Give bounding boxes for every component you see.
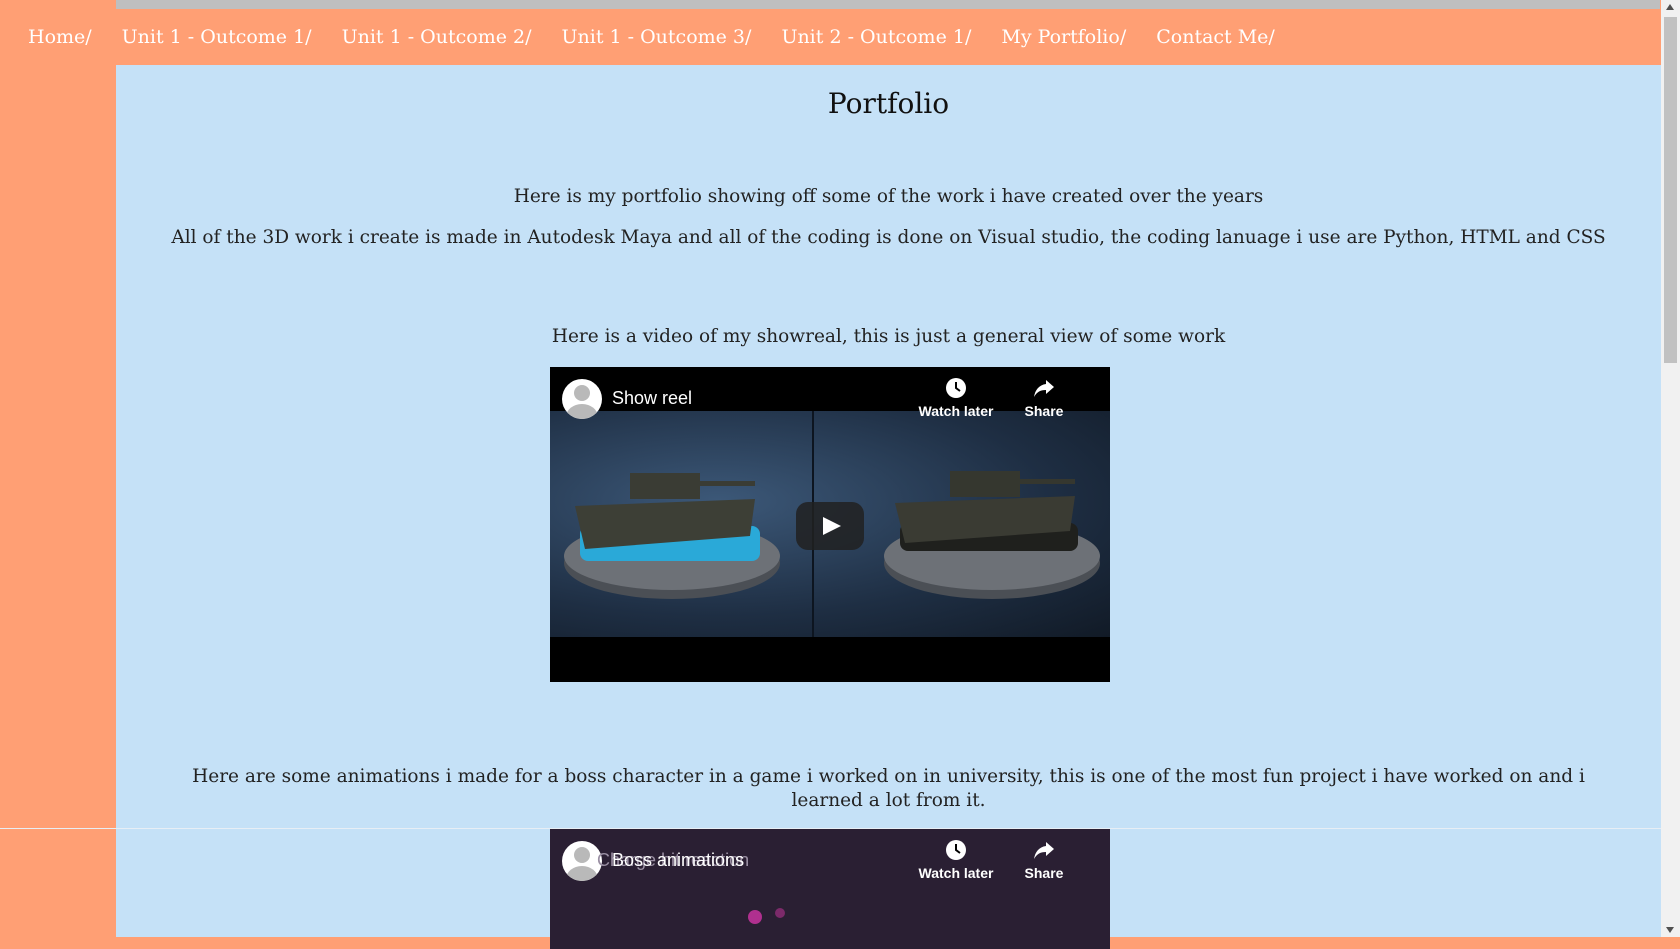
content-panel: Portfolio Here is my portfolio showing o… <box>116 65 1661 949</box>
watch-later-label: Watch later <box>918 403 994 419</box>
avatar-icon[interactable] <box>562 841 602 881</box>
scrollbar-thumb[interactable] <box>1664 17 1677 363</box>
nav-unit1-outcome1[interactable]: Unit 1 - Outcome 1/ <box>107 26 327 48</box>
showreel-header: Show reel Watch later Share <box>550 367 1110 427</box>
scroll-down-arrow-icon[interactable] <box>1666 927 1674 933</box>
watch-later-label: Watch later <box>918 865 994 881</box>
page-title: Portfolio <box>827 87 950 120</box>
boss-caption: Here are some animations i made for a bo… <box>192 766 1585 811</box>
boss-title[interactable]: Boss animations <box>612 850 744 871</box>
nav-my-portfolio[interactable]: My Portfolio/ <box>986 26 1141 48</box>
share-button[interactable]: Share <box>1004 839 1084 881</box>
watch-later-button[interactable]: Watch later <box>916 377 996 419</box>
showreel-video-embed[interactable]: Show reel Watch later Share <box>550 367 1110 682</box>
top-nav: Home/ Unit 1 - Outcome 1/ Unit 1 - Outco… <box>0 9 1661 65</box>
clock-icon <box>946 378 966 398</box>
boss-header: Charge hit reaction Boss animations Watc… <box>550 829 1110 889</box>
top-border <box>116 0 1660 9</box>
share-arrow-icon <box>1034 380 1054 397</box>
avatar-icon[interactable] <box>562 379 602 419</box>
intro-paragraph-2: All of the 3D work i create is made in A… <box>171 227 1606 248</box>
clock-icon <box>946 840 966 860</box>
intro-paragraph-1: Here is my portfolio showing off some of… <box>513 186 1264 207</box>
showreel-title[interactable]: Show reel <box>612 388 692 409</box>
sidebar-lower <box>0 829 116 937</box>
boss-video-embed[interactable]: Charge hit reaction Boss animations Watc… <box>550 829 1110 949</box>
nav-unit1-outcome3[interactable]: Unit 1 - Outcome 3/ <box>547 26 767 48</box>
nav-unit1-outcome2[interactable]: Unit 1 - Outcome 2/ <box>327 26 547 48</box>
share-label: Share <box>1024 865 1064 881</box>
scroll-up-arrow-icon[interactable] <box>1666 4 1674 10</box>
nav-contact-me[interactable]: Contact Me/ <box>1141 26 1290 48</box>
share-arrow-icon <box>1034 842 1054 859</box>
nav-home[interactable]: Home/ <box>13 26 107 48</box>
nav-unit2-outcome1[interactable]: Unit 2 - Outcome 1/ <box>766 26 986 48</box>
share-label: Share <box>1024 403 1064 419</box>
vertical-scrollbar[interactable] <box>1661 0 1680 937</box>
watch-later-button[interactable]: Watch later <box>916 839 996 881</box>
play-icon[interactable] <box>796 502 864 550</box>
showreel-caption: Here is a video of my showreal, this is … <box>551 326 1226 347</box>
share-button[interactable]: Share <box>1004 377 1084 419</box>
